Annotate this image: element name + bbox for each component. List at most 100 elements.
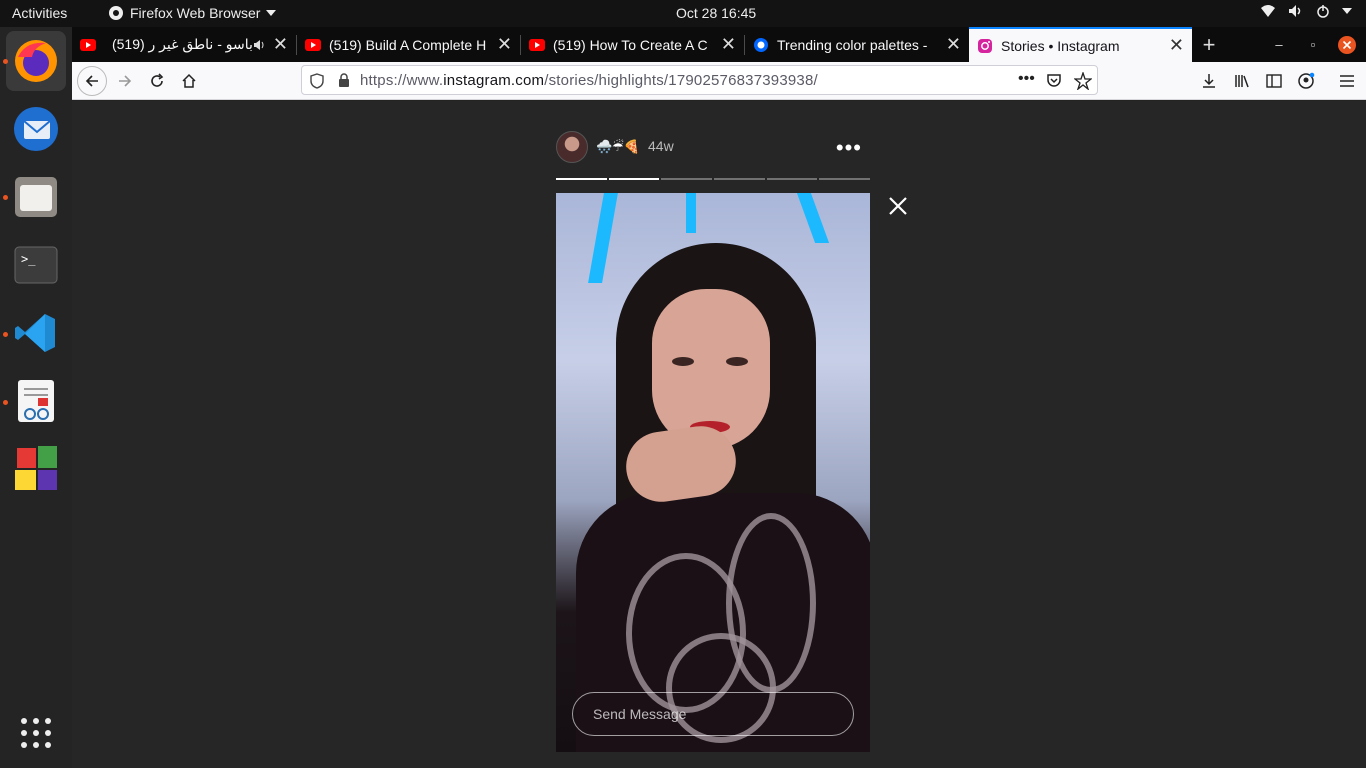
speaker-icon[interactable] (253, 39, 267, 51)
tab-instagram[interactable]: Stories • Instagram ✕ (969, 27, 1192, 62)
arrow-left-icon (85, 75, 98, 87)
dock-vscode[interactable] (6, 303, 66, 363)
decor (588, 193, 618, 283)
tab-youtube-1[interactable]: باسو - ناطق غير ر (519) ✕ (72, 27, 296, 62)
home-button[interactable] (174, 66, 204, 96)
app-menu[interactable]: Firefox Web Browser (108, 5, 277, 21)
story-header: 🌨️☔🍕 44w ••• (556, 129, 870, 165)
minimize-button[interactable]: – (1262, 27, 1296, 62)
arrow-right-icon (119, 75, 132, 87)
system-top-bar: Activities Firefox Web Browser Oct 28 16… (0, 0, 1366, 27)
progress-segment (766, 178, 818, 180)
tab-youtube-3[interactable]: (519) How To Create A C ✕ (521, 27, 744, 62)
chevron-down-icon (1342, 8, 1352, 14)
youtube-icon (305, 38, 321, 51)
app-menu-label: Firefox Web Browser (130, 5, 261, 21)
library-button[interactable] (1227, 66, 1257, 96)
url-bar[interactable]: https://www.instagram.com/stories/highli… (301, 65, 1098, 95)
lock-icon[interactable] (338, 73, 350, 87)
sidebar-button[interactable] (1259, 66, 1289, 96)
app-center-icon (15, 446, 57, 490)
send-message-input[interactable]: Send Message (572, 692, 854, 736)
system-tray[interactable] (1260, 4, 1352, 18)
volume-icon (1289, 5, 1301, 17)
downloads-button[interactable] (1194, 66, 1224, 96)
grid-icon (21, 718, 51, 748)
youtube-icon (529, 38, 545, 51)
vscode-icon (15, 314, 55, 352)
library-icon (1235, 75, 1249, 88)
running-indicator (3, 195, 8, 200)
tab-strip: باسو - ناطق غير ر (519) ✕ (519) Build A … (72, 27, 1366, 62)
download-icon (1203, 74, 1215, 88)
decor (686, 193, 696, 233)
url-text: https://www.instagram.com/stories/highli… (360, 71, 818, 89)
hamburger-icon (1340, 75, 1354, 87)
progress-segment (661, 178, 713, 180)
story-age: 44w (648, 138, 674, 154)
decor (672, 357, 694, 366)
page-actions-icon[interactable]: ••• (1018, 70, 1035, 88)
dock-app-center[interactable] (6, 439, 66, 499)
instagram-story-page: 🌨️☔🍕 44w ••• Send Message (72, 101, 1366, 768)
tab-title: Trending color palettes - (777, 36, 928, 53)
close-icon[interactable]: ✕ (946, 34, 961, 55)
document-viewer-icon (18, 380, 54, 422)
clock[interactable]: Oct 28 16:45 (676, 5, 756, 21)
story-progress (556, 178, 871, 180)
close-icon (1338, 35, 1356, 54)
power-icon (1317, 5, 1329, 18)
progress-segment (608, 178, 660, 180)
tab-coolors[interactable]: Trending color palettes - ✕ (745, 27, 969, 62)
pocket-icon[interactable] (1046, 73, 1062, 89)
running-indicator (3, 400, 8, 405)
sidebar-icon (1266, 74, 1282, 88)
new-tab-button[interactable]: + (1192, 27, 1226, 62)
dock-firefox[interactable] (6, 31, 66, 91)
account-icon (1298, 72, 1315, 89)
navigation-toolbar: https://www.instagram.com/stories/highli… (72, 62, 1366, 100)
firefox-window: باسو - ناطق غير ر (519) ✕ (519) Build A … (72, 27, 1366, 768)
youtube-icon (80, 38, 96, 51)
terminal-icon: >_ (14, 246, 58, 284)
dock-terminal[interactable]: >_ (6, 235, 66, 295)
dock-files[interactable] (6, 167, 66, 227)
decor (796, 193, 830, 243)
thunderbird-icon (14, 107, 58, 151)
close-icon[interactable]: ✕ (1169, 35, 1184, 56)
running-indicator (3, 59, 8, 64)
reload-button[interactable] (142, 66, 172, 96)
chevron-down-icon (266, 10, 277, 16)
account-button[interactable] (1291, 66, 1321, 96)
tab-title: Stories • Instagram (1001, 37, 1120, 54)
story-image[interactable]: Send Message (556, 193, 870, 752)
wifi-icon (1261, 5, 1275, 17)
star-icon[interactable] (1074, 72, 1092, 90)
more-options-icon[interactable]: ••• (836, 135, 862, 161)
tab-youtube-2[interactable]: (519) Build A Complete H ✕ (297, 27, 520, 62)
firefox-small-icon (109, 6, 123, 20)
progress-segment (714, 178, 765, 180)
maximize-button[interactable]: ▫ (1296, 27, 1330, 62)
activities-button[interactable]: Activities (12, 5, 67, 21)
show-applications-button[interactable] (6, 703, 66, 763)
story-username[interactable]: 🌨️☔🍕 (596, 139, 640, 155)
shield-icon[interactable] (310, 73, 324, 89)
running-indicator (3, 332, 8, 337)
svg-text:>_: >_ (21, 252, 36, 266)
coolors-icon (754, 37, 768, 52)
dock-document-viewer[interactable] (6, 371, 66, 431)
close-icon[interactable]: ✕ (497, 34, 512, 55)
dock: >_ (0, 27, 72, 768)
back-button[interactable] (77, 66, 107, 96)
decor (726, 357, 748, 366)
forward-button[interactable] (110, 66, 140, 96)
close-window-button[interactable] (1330, 27, 1364, 62)
close-icon[interactable]: ✕ (721, 34, 736, 55)
avatar[interactable] (556, 131, 588, 163)
dock-thunderbird[interactable] (6, 99, 66, 159)
close-icon[interactable]: ✕ (273, 34, 288, 55)
files-icon (15, 177, 57, 217)
menu-button[interactable] (1332, 66, 1362, 96)
close-icon[interactable] (886, 195, 910, 219)
